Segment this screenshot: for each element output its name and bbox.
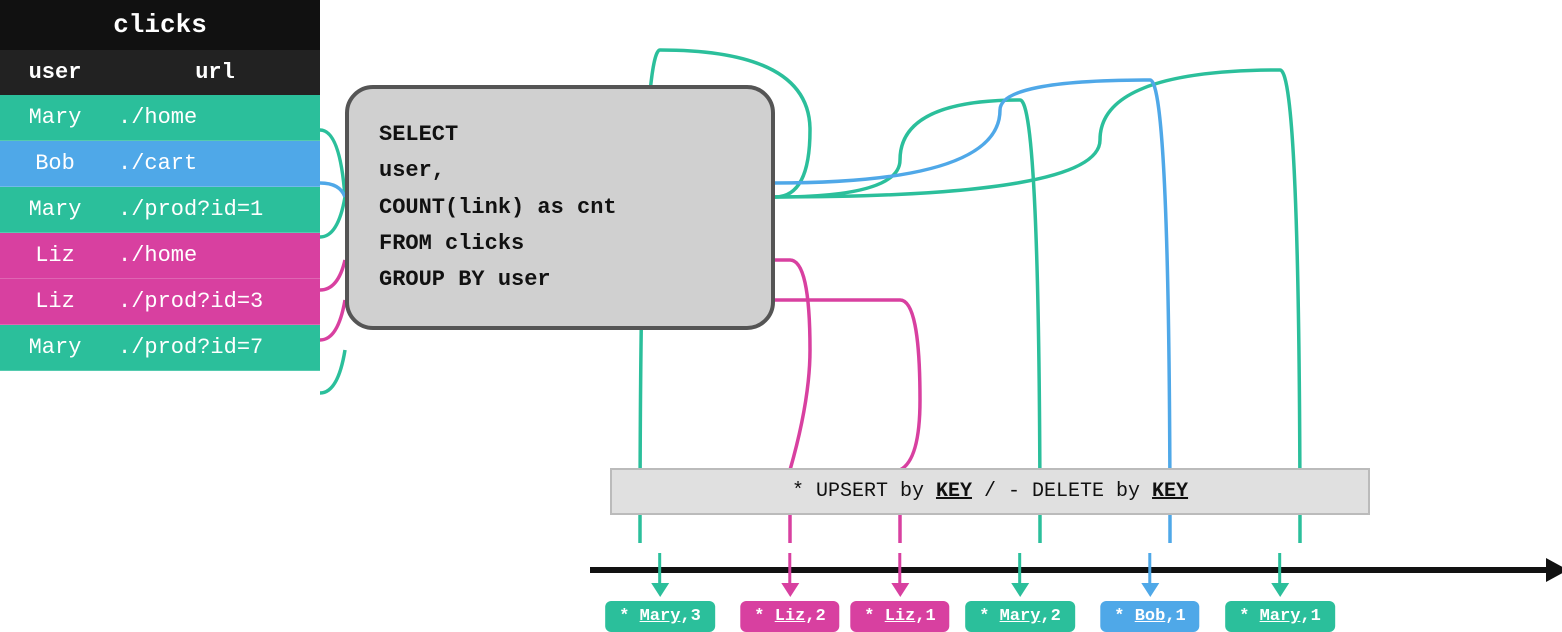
table-row: Liz ./prod?id=3: [0, 279, 320, 325]
timeline-stem: [1279, 553, 1282, 583]
cell-url: ./prod?id=7: [110, 325, 320, 370]
header-url: url: [110, 50, 320, 95]
timeline-node: * Bob,1: [1100, 553, 1199, 632]
clicks-table: clicks user url Mary ./home Bob ./cart M…: [0, 0, 320, 371]
upsert-banner: * UPSERT by KEY / - DELETE by KEY: [610, 468, 1370, 515]
cell-url: ./home: [110, 95, 320, 140]
sql-line3: COUNT(link) as cnt: [379, 190, 741, 226]
timeline-label: * Mary,3: [605, 601, 715, 632]
cell-url: ./cart: [110, 141, 320, 186]
timeline-node: * Mary,3: [605, 553, 715, 632]
timeline-node: * Mary,1: [1225, 553, 1335, 632]
sql-line1: SELECT: [379, 117, 741, 153]
timeline-node: * Liz,1: [850, 553, 949, 632]
cell-user: Bob: [0, 141, 110, 186]
table-row: Bob ./cart: [0, 141, 320, 187]
header-user: user: [0, 50, 110, 95]
cell-url: ./prod?id=1: [110, 187, 320, 232]
timeline-label: * Mary,2: [965, 601, 1075, 632]
cell-user: Liz: [0, 279, 110, 324]
sql-line2: user,: [379, 153, 741, 189]
cell-user: Mary: [0, 95, 110, 140]
timeline-arrow-down: [651, 583, 669, 597]
timeline-arrow-down: [1141, 583, 1159, 597]
sql-line4: FROM clicks: [379, 226, 741, 262]
cell-user: Liz: [0, 233, 110, 278]
timeline-arrow-down: [891, 583, 909, 597]
cell-user: Mary: [0, 187, 110, 232]
timeline-stem: [788, 553, 791, 583]
timeline-stem: [1019, 553, 1022, 583]
table-row: Liz ./home: [0, 233, 320, 279]
timeline-stem: [898, 553, 901, 583]
timeline-label: * Mary,1: [1225, 601, 1335, 632]
timeline-label: * Liz,1: [850, 601, 949, 632]
timeline-label: * Liz,2: [740, 601, 839, 632]
sql-box: SELECT user, COUNT(link) as cnt FROM cli…: [345, 85, 775, 330]
sql-line5: GROUP BY user: [379, 262, 741, 298]
table-title: clicks: [0, 0, 320, 50]
timeline-arrow: [1546, 558, 1562, 582]
timeline-stem: [659, 553, 662, 583]
table-row: Mary ./prod?id=7: [0, 325, 320, 371]
timeline-arrow-down: [1011, 583, 1029, 597]
timeline-arrow-down: [1271, 583, 1289, 597]
timeline-node: * Liz,2: [740, 553, 839, 632]
cell-url: ./home: [110, 233, 320, 278]
timeline-node: * Mary,2: [965, 553, 1075, 632]
table-header: user url: [0, 50, 320, 95]
timeline-label: * Bob,1: [1100, 601, 1199, 632]
cell-url: ./prod?id=3: [110, 279, 320, 324]
cell-user: Mary: [0, 325, 110, 370]
table-row: Mary ./prod?id=1: [0, 187, 320, 233]
timeline-arrow-down: [781, 583, 799, 597]
timeline-stem: [1148, 553, 1151, 583]
table-row: Mary ./home: [0, 95, 320, 141]
